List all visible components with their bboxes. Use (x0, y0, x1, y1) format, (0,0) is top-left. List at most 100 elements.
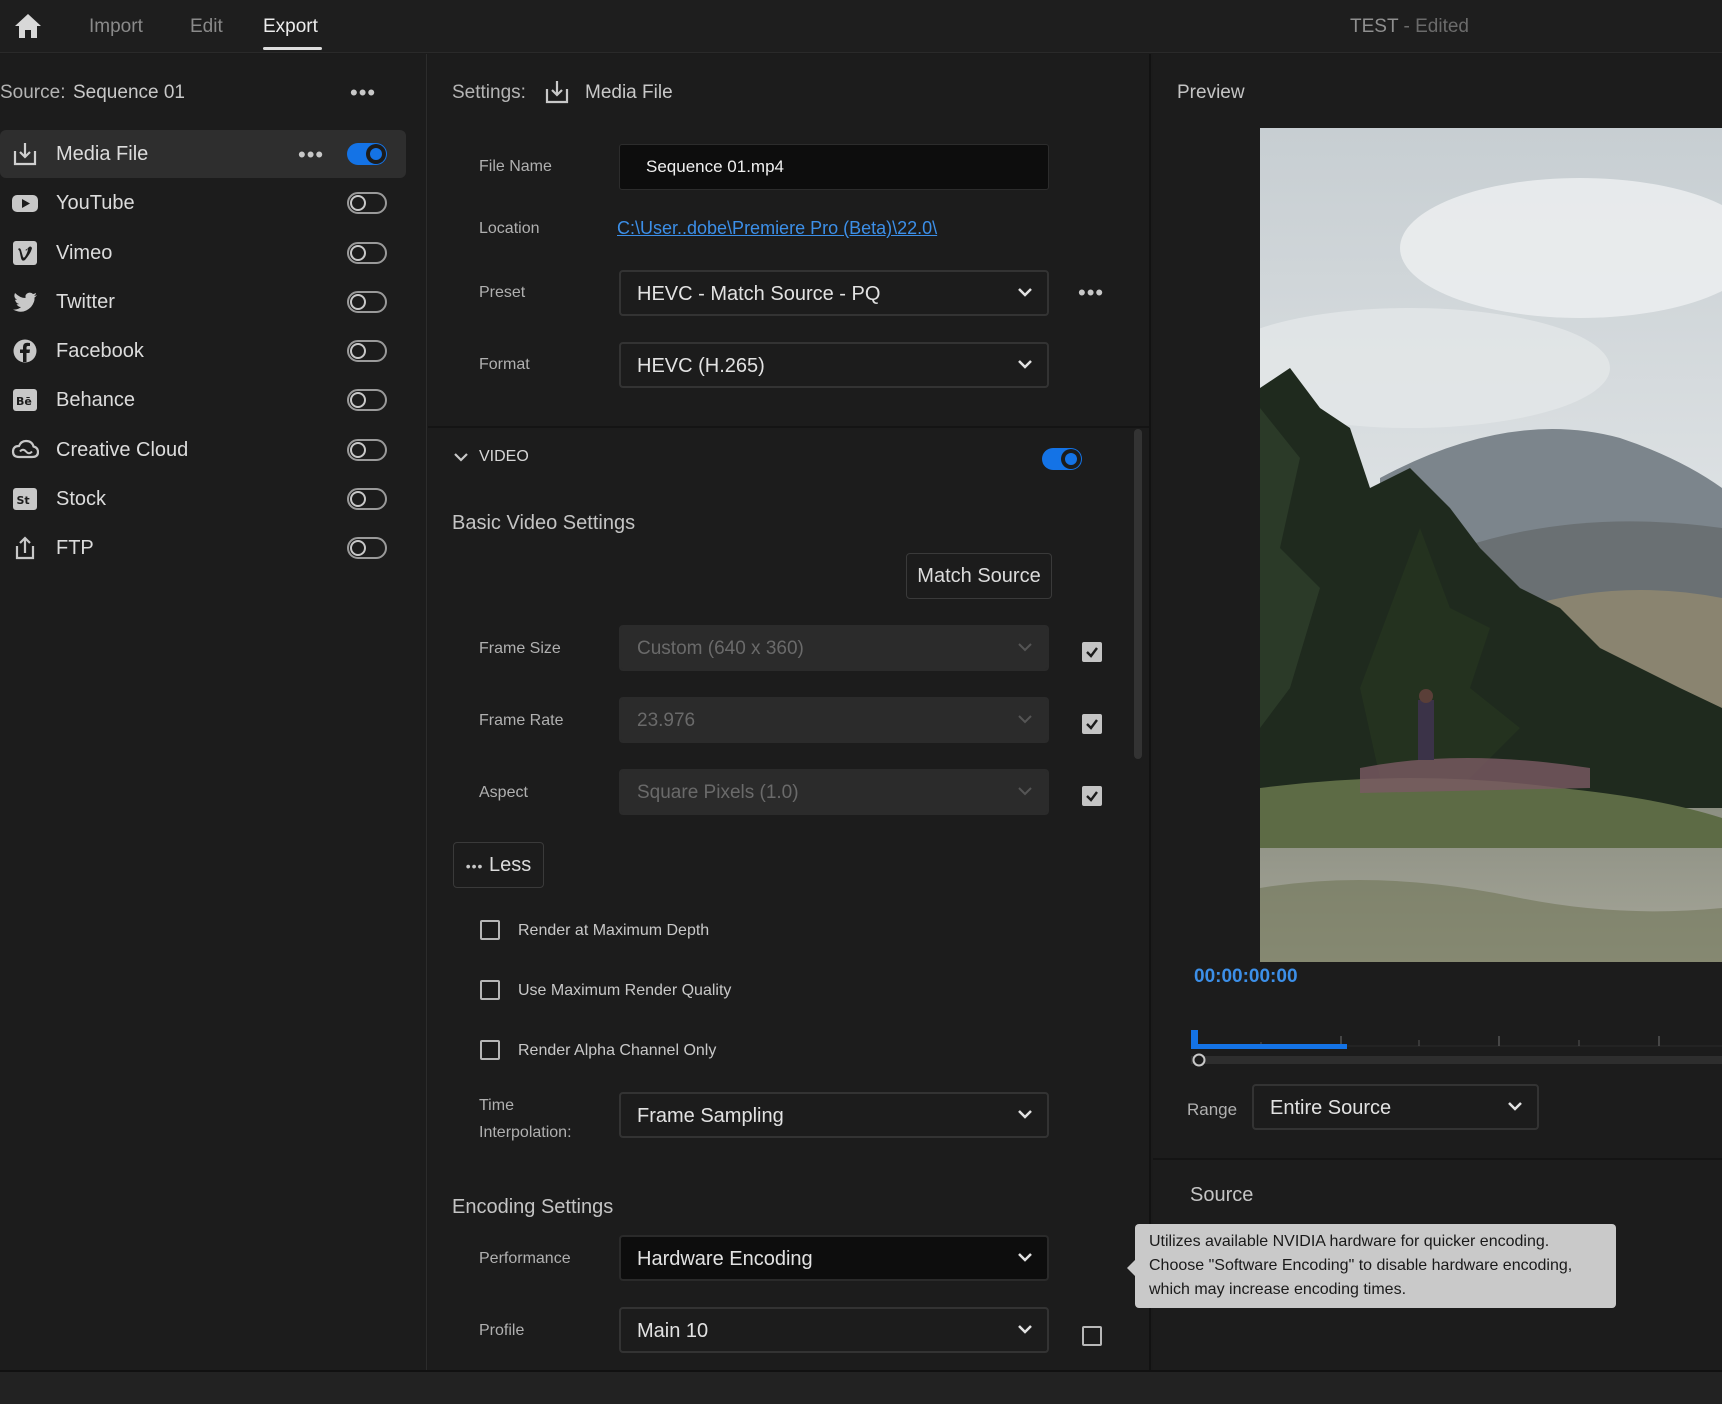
encoding-settings-heading: Encoding Settings (452, 1196, 614, 1218)
destination-label: Behance (56, 389, 135, 411)
frame-size-match-checkbox[interactable] (1082, 642, 1102, 662)
preset-more-icon[interactable]: ••• (1078, 282, 1104, 304)
creative-cloud-icon (11, 437, 40, 463)
performance-value: Hardware Encoding (637, 1248, 813, 1270)
range-value: Entire Source (1270, 1097, 1392, 1119)
bottom-bar (0, 1370, 1722, 1404)
destination-ftp[interactable]: FTP (0, 524, 406, 572)
range-label: Range (1187, 1100, 1238, 1119)
destination-toggle[interactable] (347, 439, 387, 461)
chevron-down-icon (1018, 360, 1032, 369)
format-value: HEVC (H.265) (637, 355, 765, 377)
max-render-quality-label: Use Maximum Render Quality (518, 982, 732, 999)
destination-behance[interactable]: Bē Behance (0, 376, 406, 424)
preview-video-frame[interactable] (1260, 128, 1722, 962)
render-alpha-only-checkbox[interactable] (480, 1040, 500, 1060)
collapse-chevron-icon[interactable] (452, 450, 470, 464)
source-label: Source: (0, 82, 66, 103)
top-bar: Import Edit Export TEST - Edited (0, 0, 1722, 53)
range-select[interactable]: Entire Source (1252, 1084, 1539, 1130)
time-interpolation-select[interactable]: Frame Sampling (619, 1092, 1049, 1138)
home-icon[interactable] (12, 11, 44, 41)
chevron-down-icon (1018, 643, 1032, 652)
performance-tooltip: Utilizes available NVIDIA hardware for q… (1127, 1224, 1616, 1308)
preset-select[interactable]: HEVC - Match Source - PQ (619, 270, 1049, 316)
source-more-icon[interactable]: ••• (350, 82, 376, 104)
location-label: Location (479, 220, 540, 237)
divider (1153, 1158, 1722, 1160)
video-toggle[interactable] (1042, 448, 1082, 470)
match-source-button[interactable]: Match Source (906, 553, 1052, 599)
more-dots-icon: ••• (465, 858, 484, 874)
chevron-down-icon (1508, 1102, 1522, 1111)
timeline-scrubber[interactable] (1191, 1016, 1722, 1076)
frame-size-label: Frame Size (479, 640, 561, 657)
settings-scrollbar[interactable] (1134, 429, 1142, 759)
timecode[interactable]: 00:00:00:00 (1194, 966, 1298, 988)
file-name-field[interactable]: Sequence 01.mp4 (619, 144, 1049, 190)
destination-more-icon[interactable]: ••• (298, 144, 324, 166)
render-alpha-only-label: Render Alpha Channel Only (518, 1042, 717, 1059)
divider (428, 426, 1149, 428)
destination-toggle[interactable] (347, 242, 387, 264)
project-status: - Edited (1398, 16, 1469, 37)
profile-value: Main 10 (637, 1320, 709, 1342)
destination-facebook[interactable]: Facebook (0, 327, 406, 375)
frame-rate-label: Frame Rate (479, 712, 564, 729)
video-section-title: VIDEO (479, 448, 529, 465)
destination-youtube[interactable]: YouTube (0, 179, 406, 227)
frame-rate-select: 23.976 (619, 697, 1049, 743)
frame-rate-match-checkbox[interactable] (1082, 714, 1102, 734)
destination-media-file[interactable]: Media File ••• (0, 130, 406, 178)
destinations-panel: Source: Sequence 01 ••• Media File ••• You… (0, 54, 427, 1370)
time-interpolation-value: Frame Sampling (637, 1105, 784, 1127)
format-label: Format (479, 356, 530, 373)
destination-toggle[interactable] (347, 389, 387, 411)
render-max-depth-checkbox[interactable] (480, 920, 500, 940)
destination-toggle[interactable] (347, 340, 387, 362)
youtube-icon (11, 190, 39, 216)
destination-label: Creative Cloud (56, 439, 189, 461)
location-link[interactable]: C:\User..dobe\Premiere Pro (Beta)\22.0\ (617, 218, 937, 239)
render-max-depth-label: Render at Maximum Depth (518, 922, 710, 939)
behance-icon: Bē (11, 387, 39, 413)
destination-twitter[interactable]: Twitter (0, 278, 406, 326)
playhead-handle-icon[interactable] (1191, 1052, 1207, 1068)
frame-size-value: Custom (640 x 360) (637, 638, 804, 659)
destination-toggle[interactable] (347, 291, 387, 313)
destination-label: Twitter (56, 291, 115, 313)
destination-toggle[interactable] (347, 143, 387, 165)
destination-toggle[interactable] (347, 488, 387, 510)
chevron-down-icon (1018, 787, 1032, 796)
twitter-icon (11, 289, 39, 315)
less-button-label: Less (489, 854, 532, 876)
destination-toggle[interactable] (347, 537, 387, 559)
svg-text:Bē: Bē (16, 395, 32, 408)
tab-export[interactable]: Export (263, 16, 318, 38)
media-file-icon (545, 81, 569, 104)
project-title: TEST - Edited (1350, 16, 1469, 38)
tab-import[interactable]: Import (89, 16, 143, 38)
destination-label: Media File (56, 143, 149, 165)
time-interpolation-label-line2: Interpolation: (479, 1124, 572, 1141)
tab-edit[interactable]: Edit (190, 16, 223, 38)
format-select[interactable]: HEVC (H.265) (619, 342, 1049, 388)
aspect-match-checkbox[interactable] (1082, 786, 1102, 806)
chevron-down-icon (1018, 1110, 1032, 1119)
vimeo-icon (11, 240, 39, 266)
facebook-icon (11, 338, 39, 364)
destination-creative-cloud[interactable]: Creative Cloud (0, 426, 406, 474)
frame-rate-value: 23.976 (637, 710, 696, 731)
ftp-icon (11, 535, 39, 561)
aspect-value: Square Pixels (1.0) (637, 782, 799, 803)
chevron-down-icon (1018, 1253, 1032, 1262)
destination-vimeo[interactable]: Vimeo (0, 229, 406, 277)
destination-stock[interactable]: St Stock (0, 475, 406, 523)
profile-select[interactable]: Main 10 (619, 1307, 1049, 1353)
aspect-label: Aspect (479, 784, 528, 801)
profile-match-checkbox[interactable] (1082, 1326, 1102, 1346)
performance-select[interactable]: Hardware Encoding (619, 1235, 1049, 1281)
max-render-quality-checkbox[interactable] (480, 980, 500, 1000)
destination-toggle[interactable] (347, 192, 387, 214)
less-button[interactable]: ••• Less (453, 842, 544, 888)
